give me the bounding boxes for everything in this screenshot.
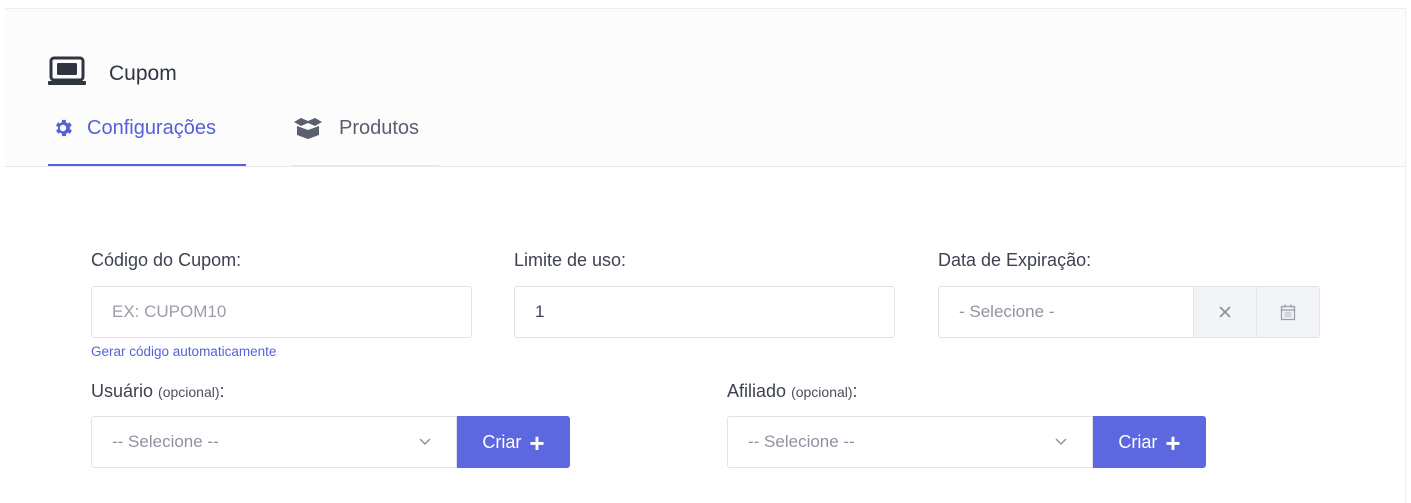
create-affiliate-button[interactable]: Criar + <box>1093 416 1206 468</box>
expiracao-label: Data de Expiração: <box>938 250 1092 270</box>
usuario-label: Usuário (opcional): <box>91 381 225 401</box>
affiliate-select[interactable]: -- Selecione -- <box>727 416 1093 468</box>
codigo-label: Código do Cupom: <box>91 250 242 270</box>
chevron-down-icon <box>1055 438 1067 446</box>
plus-icon: + <box>529 428 545 458</box>
tab-label: Produtos <box>339 117 420 139</box>
close-icon <box>1219 306 1231 318</box>
generate-code-link[interactable]: Gerar código automaticamente <box>91 344 276 359</box>
tab-produtos[interactable]: Produtos <box>293 113 439 166</box>
tab-configuracoes[interactable]: Configurações <box>48 113 246 166</box>
coupon-code-input[interactable] <box>91 286 472 338</box>
calendar-icon <box>1280 304 1296 320</box>
afiliado-label: Afiliado (opcional): <box>727 381 858 401</box>
expiration-date-picker: - Selecione - <box>938 286 1320 338</box>
ticket-icon <box>48 56 86 85</box>
user-select-value: -- Selecione -- <box>112 432 219 451</box>
affiliate-select-value: -- Selecione -- <box>748 432 855 451</box>
page-title: Cupom <box>109 62 177 85</box>
calendar-button[interactable] <box>1256 287 1319 337</box>
chevron-down-icon <box>419 438 431 446</box>
limite-label: Limite de uso: <box>514 250 627 270</box>
usage-limit-input[interactable] <box>514 286 895 338</box>
boxes-icon <box>294 118 322 139</box>
expiration-date-input[interactable]: - Selecione - <box>939 287 1193 337</box>
plus-icon: + <box>1165 428 1181 458</box>
user-select[interactable]: -- Selecione -- <box>91 416 457 468</box>
card-header: Cupom Configurações Produtos <box>5 9 1405 167</box>
tab-label: Configurações <box>87 117 216 139</box>
clear-date-button[interactable] <box>1193 287 1256 337</box>
create-user-button[interactable]: Criar + <box>457 416 570 468</box>
gear-icon <box>56 119 72 137</box>
